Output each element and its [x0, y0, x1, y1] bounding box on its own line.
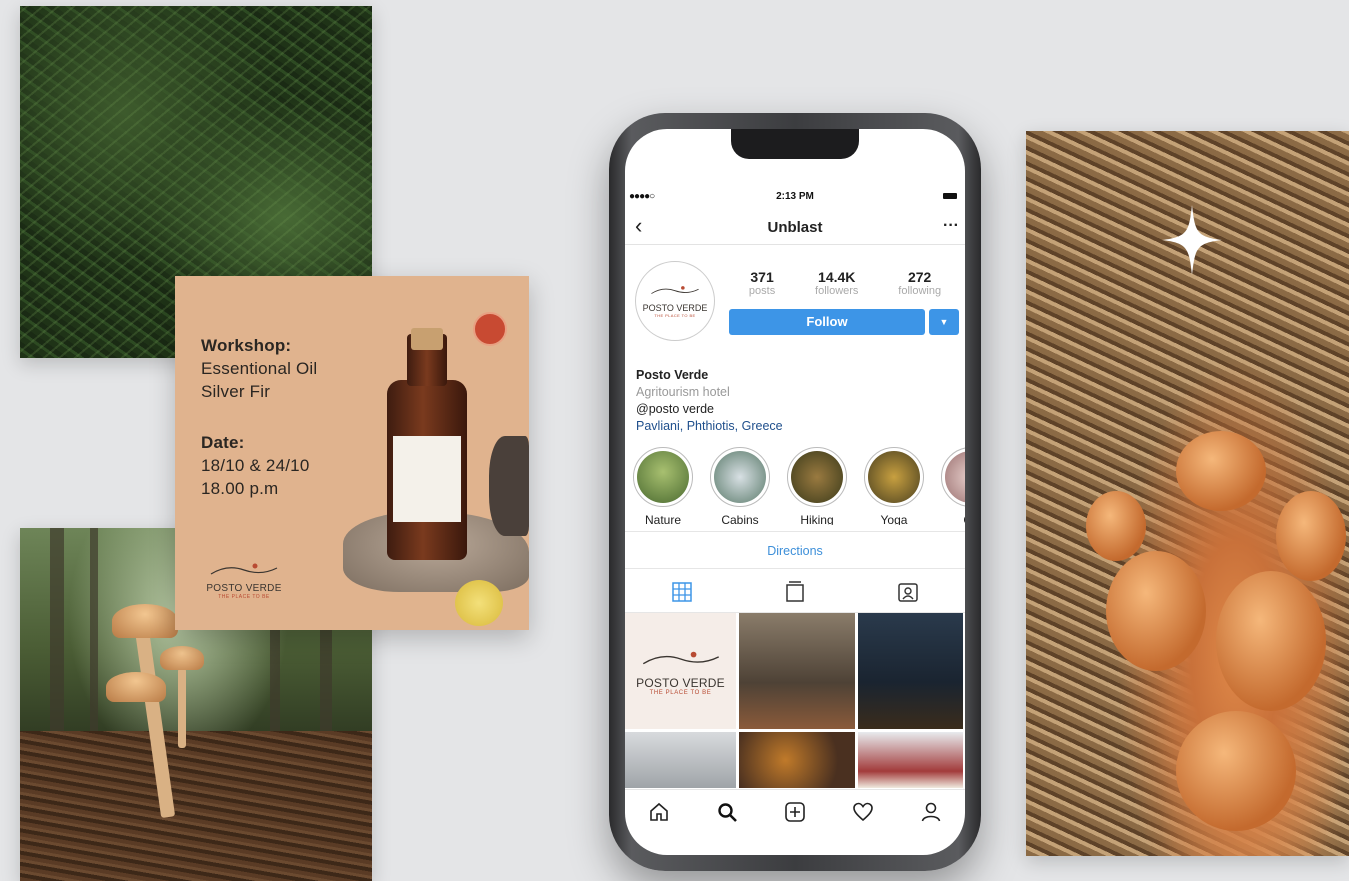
suggested-dropdown-button[interactable]: ▼	[929, 309, 959, 335]
wave-logo-icon	[210, 563, 278, 575]
avatar-brand-tagline: THE PLACE TO BE	[654, 313, 696, 318]
grid-icon	[671, 581, 692, 602]
more-options-icon[interactable]: ···	[943, 217, 959, 235]
bottom-tab-bar	[625, 789, 965, 833]
tagged-icon	[898, 582, 919, 602]
home-icon	[650, 802, 668, 821]
grid-brand-name: POSTO VERDE	[636, 676, 725, 690]
workshop-date: 18/10 & 24/10	[201, 456, 310, 475]
workshop-line-2: Silver Fir	[201, 382, 271, 401]
flower-decor	[455, 580, 503, 626]
instagram-profile-screen: ●●●●○ 2:13 PM ‹ Unblast ··· POSTO VERDE …	[625, 129, 965, 855]
highlight-co[interactable]: Co	[941, 447, 965, 525]
profile-handle: @posto verde	[636, 402, 715, 416]
grid-brand-tagline: THE PLACE TO BE	[649, 690, 712, 696]
workshop-time: 18.00 p.m	[201, 479, 279, 498]
stamp-badge-icon	[473, 312, 507, 346]
profile-location-link[interactable]: Pavliani, Phthiotis, Greece	[636, 418, 783, 435]
profile-name: Posto Verde	[636, 368, 709, 382]
workshop-line-1: Essentional Oil	[201, 359, 318, 378]
tv-icon	[786, 580, 804, 602]
highlight-cabins[interactable]: Cabins	[710, 447, 770, 525]
stat-followers[interactable]: 14.4K followers	[815, 269, 858, 297]
tabbar-search[interactable]	[713, 798, 741, 826]
profile-icon	[921, 802, 941, 821]
grid-post-blanket[interactable]	[858, 732, 963, 788]
add-icon	[785, 801, 805, 822]
profile-username-title: Unblast	[767, 219, 823, 236]
stat-following[interactable]: 272 following	[898, 269, 941, 297]
heart-icon	[853, 802, 873, 821]
stat-posts[interactable]: 371 posts	[749, 269, 775, 297]
search-icon	[718, 802, 737, 822]
highlight-yoga[interactable]: Yoga	[864, 447, 924, 525]
status-time: 2:13 PM	[776, 191, 814, 202]
follow-button[interactable]: Follow	[729, 309, 925, 335]
profile-navbar: ‹ Unblast ···	[625, 211, 965, 245]
wave-logo-icon	[651, 286, 699, 294]
date-heading: Date:	[201, 433, 245, 452]
pumice-decor	[489, 436, 529, 536]
tabbar-activity[interactable]	[849, 798, 877, 826]
avatar-brand-name: POSTO VERDE	[642, 303, 708, 313]
grid-post-brand[interactable]: POSTO VERDE THE PLACE TO BE	[625, 613, 736, 729]
tabbar-home[interactable]	[645, 798, 673, 826]
battery-icon	[943, 193, 957, 199]
workshop-post-card: Workshop: Essentional Oil Silver Fir Dat…	[175, 276, 529, 630]
profile-header: POSTO VERDE THE PLACE TO BE 371 posts 14…	[625, 257, 965, 357]
tab-grid[interactable]	[625, 571, 738, 612]
grid-post-brochure[interactable]	[625, 732, 736, 788]
sparkle-icon	[1162, 205, 1222, 275]
tabbar-profile[interactable]	[917, 798, 945, 826]
status-bar: ●●●●○ 2:13 PM	[625, 191, 965, 205]
grid-post-cabin-night[interactable]	[858, 613, 963, 729]
wave-logo-icon	[642, 651, 719, 665]
phone-mockup: ●●●●○ 2:13 PM ‹ Unblast ··· POSTO VERDE …	[609, 113, 981, 871]
tabbar-add[interactable]	[781, 798, 809, 826]
workshop-brand-logo: POSTO VERDE THE PLACE TO BE	[199, 562, 289, 600]
profile-bio: Posto Verde Agritourism hotel @posto ver…	[636, 367, 783, 435]
posts-grid: POSTO VERDE THE PLACE TO BE	[625, 613, 965, 788]
directions-button[interactable]: Directions	[625, 531, 965, 569]
workshop-heading: Workshop:	[201, 336, 292, 355]
highlight-hiking[interactable]: Hiking	[787, 447, 847, 525]
phone-notch	[731, 129, 859, 159]
tab-tagged[interactable]	[852, 571, 965, 612]
profile-tabs	[625, 571, 965, 613]
avatar[interactable]: POSTO VERDE THE PLACE TO BE	[635, 261, 715, 341]
profile-stats: 371 posts 14.4K followers 272 following	[729, 269, 961, 297]
story-highlights: Nature Cabins Hiking Yoga Co	[633, 447, 965, 525]
tab-igtv[interactable]	[738, 571, 851, 612]
profile-category: Agritourism hotel	[636, 385, 730, 399]
highlight-nature[interactable]: Nature	[633, 447, 693, 525]
grid-post-campfire[interactable]	[739, 613, 855, 729]
grid-post-autumn[interactable]	[739, 732, 855, 788]
